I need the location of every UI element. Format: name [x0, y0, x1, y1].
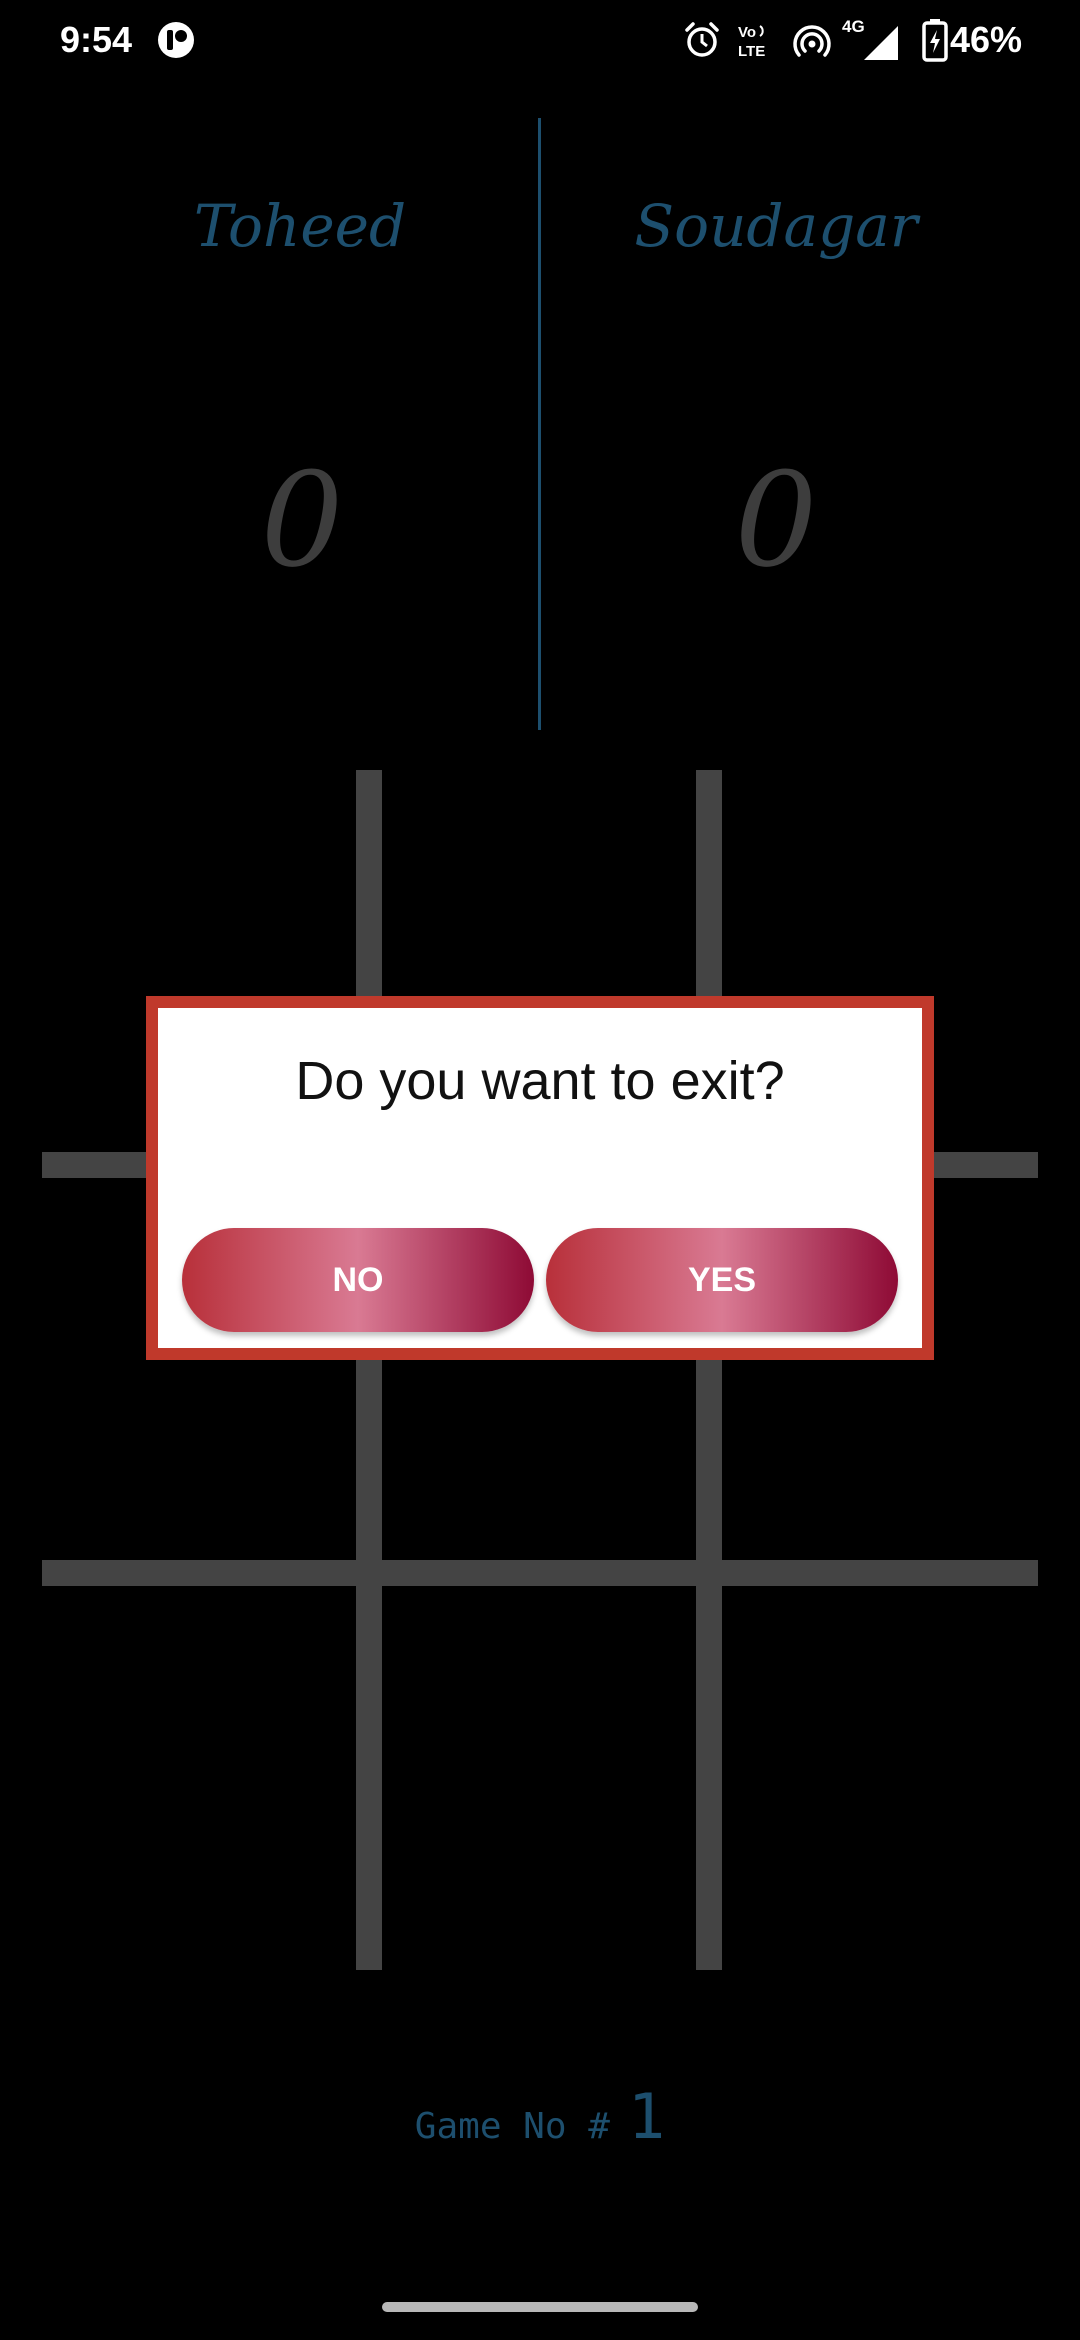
board-cell-9[interactable] [722, 1586, 1038, 1970]
game-number-label: Game No # [414, 2106, 610, 2147]
player-one-name: Toheed [193, 192, 407, 260]
signal-4g-icon: 4G [842, 17, 898, 60]
player-one-score: 0 [260, 444, 344, 596]
yes-button[interactable]: YES [546, 1228, 898, 1332]
svg-text:LTE: LTE [738, 43, 765, 60]
battery-percentage: 46% [950, 19, 1023, 60]
no-button[interactable]: NO [182, 1228, 534, 1332]
app-notification-icon [158, 22, 194, 58]
home-indicator[interactable] [382, 2302, 698, 2312]
player-two-name: Soudagar [634, 192, 918, 260]
exit-dialog-body: Do you want to exit? NO YES [158, 1008, 922, 1348]
svg-text:Vo: Vo [738, 24, 756, 41]
board-cell-8[interactable] [382, 1586, 696, 1970]
grid-line-vertical-right [696, 770, 722, 1970]
score-divider [538, 118, 541, 730]
battery-icon [922, 19, 948, 62]
game-number-value: 1 [627, 2080, 666, 2153]
hotspot-icon [793, 25, 831, 57]
grid-line-vertical-left [356, 770, 382, 1970]
svg-text:4G: 4G [842, 17, 865, 36]
dialog-title: Do you want to exit? [295, 1051, 785, 1111]
status-bar: 9:54 Vo LTE 4G 46% [0, 0, 1080, 80]
game-number-display: Game No # 1 [0, 2080, 1080, 2153]
grid-line-horizontal-bottom [42, 1560, 1038, 1586]
player-two-score: 0 [734, 444, 818, 596]
board-cell-7[interactable] [42, 1586, 356, 1970]
alarm-icon [685, 22, 719, 57]
volte-icon: Vo LTE [738, 24, 765, 60]
status-time: 9:54 [60, 19, 133, 60]
exit-dialog: Do you want to exit? NO YES [146, 996, 934, 1360]
